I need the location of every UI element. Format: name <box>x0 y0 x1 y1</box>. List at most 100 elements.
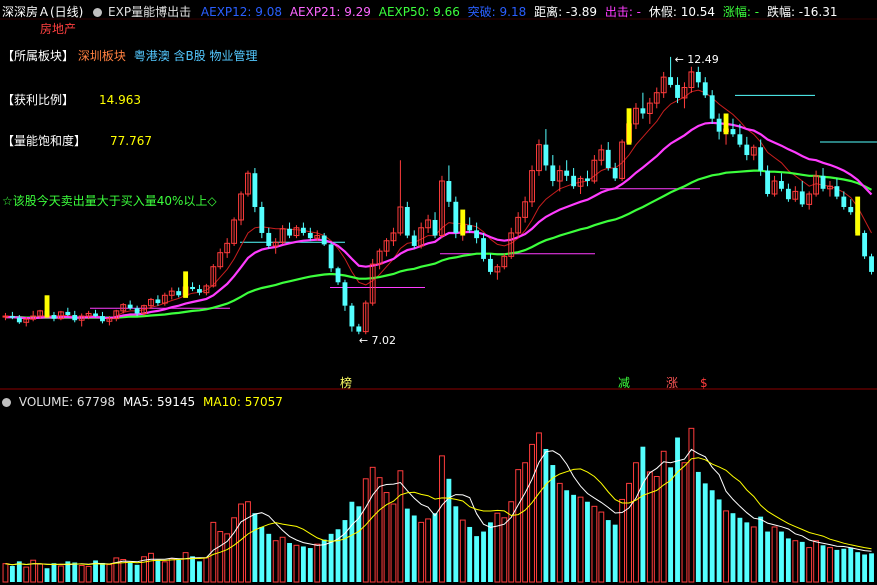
candle-body <box>820 175 826 189</box>
volume-bar <box>488 522 493 582</box>
candle-body <box>785 188 791 200</box>
volume-bar <box>127 562 133 582</box>
volume-bar <box>307 548 313 582</box>
energy-label: 【量能饱和度】 <box>2 134 87 148</box>
volume-bar <box>397 470 404 583</box>
volume-bar <box>439 455 445 583</box>
volume-bar <box>765 531 771 582</box>
sector-row: 【所属板块】 深圳板块 粤港澳 含B股 物业管理 <box>2 49 258 63</box>
volume-value: VOLUME: 67798 <box>18 395 116 409</box>
volume-bar <box>245 501 251 583</box>
candle-body <box>702 82 708 96</box>
volume-bar <box>529 443 535 583</box>
volume-bar <box>723 510 729 583</box>
low-price-label: ← 7.02 <box>359 334 396 347</box>
volume-bar <box>744 522 750 582</box>
candle-body <box>432 219 438 236</box>
volume-bar <box>272 540 279 583</box>
volume-bar <box>85 565 92 583</box>
candle-body <box>612 168 618 179</box>
volume-bar <box>750 526 757 583</box>
candle-body <box>765 170 771 194</box>
candle-body <box>176 291 182 296</box>
volume-bar <box>716 499 722 582</box>
volume-bar <box>834 549 840 582</box>
candle-body <box>16 317 22 323</box>
volume-bar <box>113 557 120 583</box>
energy-value: 77.767 <box>110 134 152 148</box>
candle-body <box>65 311 71 316</box>
candle-body <box>259 206 265 233</box>
volume-bar <box>418 521 425 583</box>
candle-body <box>328 244 334 269</box>
candle-body <box>72 315 78 321</box>
volume-bar <box>446 478 452 582</box>
signal-marker: 减 <box>618 376 630 390</box>
volume-bar <box>78 564 85 583</box>
candle-body <box>605 149 611 169</box>
volume-bar <box>453 506 459 582</box>
volume-bar <box>37 563 44 583</box>
volume-bar <box>134 564 140 582</box>
volume-bar <box>633 462 639 583</box>
volume-bar <box>522 462 529 583</box>
volume-bar <box>792 540 799 583</box>
candle-body <box>51 315 57 319</box>
volume-bar <box>556 482 563 583</box>
volume-bar <box>668 467 674 582</box>
alert-text: ☆该股今天卖出量大于买入量40%以上◇ <box>2 194 217 208</box>
volume-bar <box>217 531 224 583</box>
candle-body <box>585 178 590 182</box>
volume-bar <box>585 501 590 582</box>
volume-bar <box>404 508 410 582</box>
volume-bar <box>806 547 813 583</box>
volume-bar <box>730 513 736 582</box>
volume-bar <box>605 520 611 582</box>
ma-magenta-line <box>5 121 873 320</box>
candle-body <box>488 258 493 272</box>
candle-body <box>571 175 577 187</box>
volume-bar <box>494 512 501 583</box>
volume-bar <box>155 559 161 582</box>
candle-body <box>730 129 736 135</box>
signal-bar <box>626 108 632 145</box>
volume-bar <box>197 561 202 582</box>
candle-body <box>356 326 362 332</box>
sector-tags: 粤港澳 含B股 物业管理 <box>133 49 258 63</box>
attack-value: 出击: - <box>604 5 642 19</box>
collapse-circle-icon[interactable] <box>93 8 103 17</box>
volume-bar <box>862 554 868 582</box>
candle-body <box>93 313 98 317</box>
volume-bar <box>675 437 680 582</box>
candle-body <box>190 286 195 290</box>
chart-window: ← 12.49 ← 7.02 榜 减 涨 $ 深深房Ａ(日线) EXP量能博出击 AEXP… <box>0 0 877 585</box>
candle-body <box>834 186 840 197</box>
breakout-value: 突破: 9.18 <box>467 5 527 19</box>
volume-bar <box>23 566 30 583</box>
high-price-label: ← 12.49 <box>675 53 719 66</box>
volume-ma5: MA5: 59145 <box>122 395 196 409</box>
volume-bar <box>785 538 791 582</box>
candle-body <box>869 256 874 272</box>
candle-body <box>266 232 272 246</box>
signal-marker: $ <box>700 376 708 390</box>
candle-body <box>321 235 327 245</box>
volume-bar <box>598 511 605 583</box>
volume-bar <box>591 505 598 583</box>
ma-green-line <box>5 169 873 319</box>
volume-bar <box>571 494 577 582</box>
volume-bar <box>536 432 542 583</box>
volume-bar <box>758 516 764 582</box>
signal-bar <box>183 271 189 298</box>
volume-bar <box>100 562 105 582</box>
volume-bar <box>515 469 522 583</box>
volume-bar <box>577 496 584 583</box>
volume-bar <box>182 552 189 583</box>
candle-body <box>342 282 348 306</box>
volume-bar <box>148 552 154 583</box>
volume-collapse-icon[interactable] <box>2 398 11 407</box>
volume-bar <box>259 526 265 582</box>
candle-body <box>349 305 355 327</box>
candle-body <box>100 316 105 322</box>
industry-label: 房地产 <box>40 22 77 36</box>
